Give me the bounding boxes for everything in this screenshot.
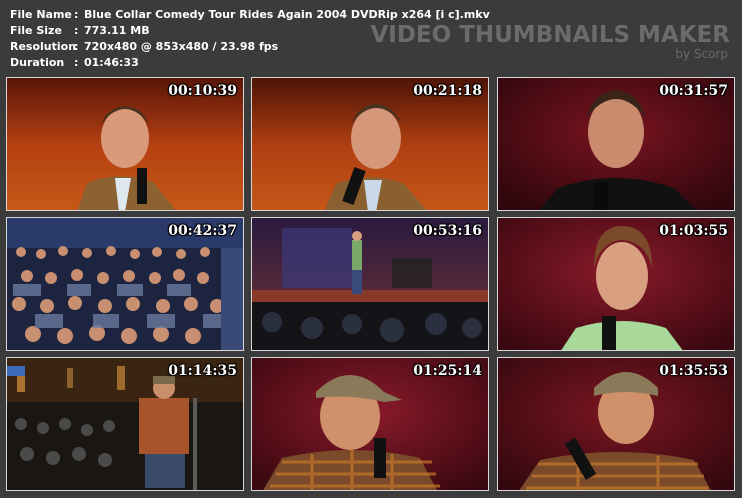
timestamp: 00:53:16 — [413, 223, 482, 239]
brand-subtitle: by Scorp — [675, 47, 728, 61]
info-label: Duration — [10, 56, 65, 69]
thumbnail-3[interactable]: 00:31:57 — [497, 77, 735, 211]
info-row-file-name: File Name : Blue Collar Comedy Tour Ride… — [10, 7, 490, 23]
timestamp: 00:31:57 — [659, 83, 728, 99]
timestamp: 01:25:14 — [413, 363, 482, 379]
info-label: File Size — [10, 24, 62, 37]
info-value: 720x480 @ 853x480 / 23.98 fps — [84, 40, 279, 53]
info-separator: : — [74, 40, 79, 53]
timestamp: 01:14:35 — [168, 363, 237, 379]
thumbnail-8[interactable]: 01:25:14 — [251, 357, 489, 491]
thumbnail-1[interactable]: 00:10:39 — [6, 77, 244, 211]
info-value: Blue Collar Comedy Tour Rides Again 2004… — [84, 8, 490, 21]
timestamp: 01:03:55 — [659, 223, 728, 239]
timestamp: 00:10:39 — [168, 83, 237, 99]
brand-watermark: VIDEO THUMBNAILS MAKER by Scorp — [370, 22, 730, 61]
info-label: File Name — [10, 8, 72, 21]
info-label: Resolution — [10, 40, 77, 53]
thumbnail-4[interactable]: 00:42:37 — [6, 217, 244, 351]
info-separator: : — [74, 8, 79, 21]
info-value: 01:46:33 — [84, 56, 139, 69]
thumbnail-5[interactable]: 00:53:16 — [251, 217, 489, 351]
timestamp: 01:35:53 — [659, 363, 728, 379]
info-value: 773.11 MB — [84, 24, 150, 37]
thumbnail-7[interactable]: 01:14:35 — [6, 357, 244, 491]
thumbnail-sheet: File Name : Blue Collar Comedy Tour Ride… — [0, 0, 742, 498]
thumbnail-9[interactable]: 01:35:53 — [497, 357, 735, 491]
info-separator: : — [74, 24, 79, 37]
brand-title: VIDEO THUMBNAILS MAKER — [370, 22, 730, 48]
timestamp: 00:42:37 — [168, 223, 237, 239]
thumbnail-2[interactable]: 00:21:18 — [251, 77, 489, 211]
info-separator: : — [74, 56, 79, 69]
thumbnail-6[interactable]: 01:03:55 — [497, 217, 735, 351]
timestamp: 00:21:18 — [413, 83, 482, 99]
